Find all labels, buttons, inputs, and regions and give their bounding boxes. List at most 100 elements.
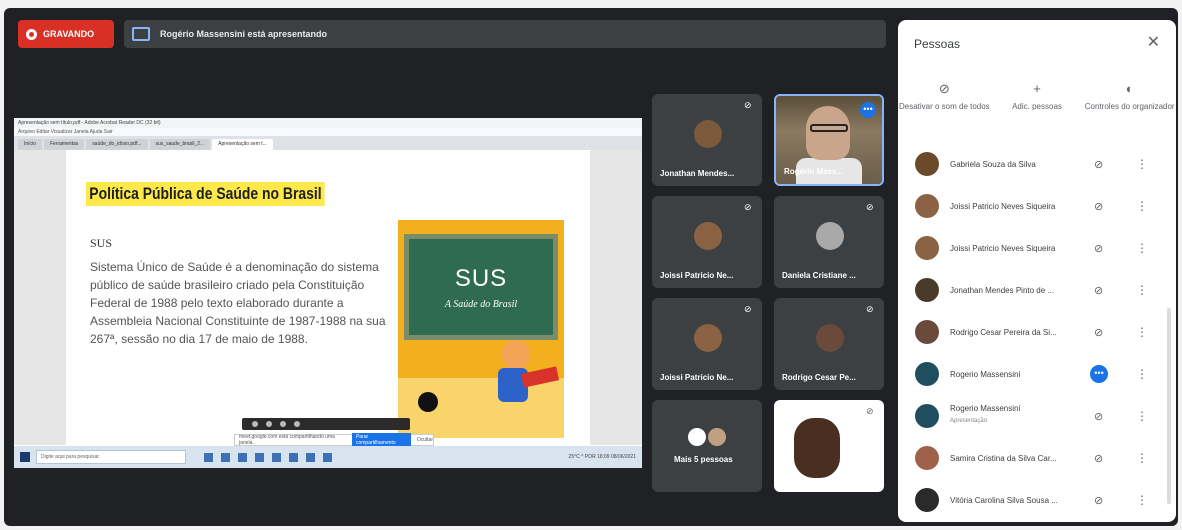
- avatar: [915, 194, 939, 218]
- tab-doc-1[interactable]: saúde_do_idoso.pdf...: [86, 139, 148, 150]
- participant-tile[interactable]: ⊘ Rodrigo Cesar Pe...: [774, 298, 884, 390]
- cat: [418, 392, 438, 412]
- avatar: [816, 222, 844, 250]
- more-vert-icon[interactable]: ⋮: [1136, 157, 1148, 171]
- person-name: Jonathan Mendes Pinto de ...: [950, 285, 1055, 295]
- more-people-tile[interactable]: Mais 5 pessoas: [652, 400, 762, 492]
- more-vert-icon[interactable]: ⋮: [1136, 409, 1148, 423]
- app-icon[interactable]: [255, 452, 264, 462]
- tab-inicio[interactable]: Início: [18, 139, 42, 150]
- tab-strip: Início Ferramentas saúde_do_idoso.pdf...…: [14, 136, 642, 150]
- avatar: [915, 236, 939, 260]
- self-tile[interactable]: ⊘ Você: [774, 400, 884, 492]
- window-menu: Arquivo Editar Visualizar Janela Ajuda S…: [14, 128, 642, 136]
- more-vert-icon[interactable]: ⋮: [1136, 241, 1148, 255]
- person-name: Rogerio Massensini: [950, 404, 1021, 413]
- avatar: [915, 446, 939, 470]
- document-margin-right: [590, 150, 642, 445]
- participant-tile[interactable]: ⊘ Joissi Patricio Ne...: [652, 298, 762, 390]
- avatar: [915, 320, 939, 344]
- close-icon[interactable]: ✕: [1147, 32, 1160, 52]
- host-controls-icon: ◐: [1125, 81, 1134, 96]
- camera-icon[interactable]: [266, 421, 272, 427]
- participant-tile[interactable]: ⊘ Jonathan Mendes...: [652, 94, 762, 186]
- list-item[interactable]: Rogerio Massensini ••• ⋮: [898, 354, 1176, 394]
- windows-start-icon[interactable]: [20, 452, 30, 462]
- app-icon[interactable]: [306, 452, 315, 462]
- list-item[interactable]: Samira Cristina da Silva Car... ⊘ ⋮: [898, 438, 1176, 478]
- self-video: [794, 418, 840, 478]
- more-options-icon[interactable]: •••: [860, 102, 876, 118]
- add-people-button[interactable]: + Adic. pessoas: [991, 81, 1084, 112]
- mic-off-icon: ⊘: [1094, 326, 1104, 339]
- mute-all-label: Desativar o som de todos: [898, 102, 990, 111]
- video-person: [806, 106, 850, 160]
- more-vert-icon[interactable]: ⋮: [1136, 283, 1148, 297]
- participant-tile-speaking[interactable]: ••• Rogério Mass...: [774, 94, 884, 186]
- app-icon[interactable]: [204, 452, 213, 462]
- app-icon[interactable]: [272, 452, 281, 462]
- window-title: Apresentação sem título.pdf - Adobe Acro…: [14, 118, 642, 128]
- list-item[interactable]: Rogerio Massensini Apresentação ⊘ ⋮: [898, 396, 1176, 436]
- app-icon[interactable]: [221, 452, 230, 462]
- mic-icon[interactable]: [252, 421, 258, 427]
- hide-button[interactable]: Ocultar: [417, 437, 433, 443]
- list-item[interactable]: Joissi Patricio Neves Siqueira ⊘ ⋮: [898, 186, 1176, 226]
- participant-tile[interactable]: ⊘ Daniela Cristiane ...: [774, 196, 884, 288]
- avatar: [694, 324, 722, 352]
- taskbar-search[interactable]: Digite aqui para pesquisar: [36, 450, 186, 464]
- person-name: Gabriela Souza da Silva: [950, 159, 1036, 169]
- add-person-icon: +: [1033, 81, 1041, 96]
- person-name: Rogerio Massensini: [950, 369, 1021, 379]
- person-name: Samira Cristina da Silva Car...: [950, 453, 1057, 463]
- tab-doc-2[interactable]: sus_saude_brasil_2...: [149, 139, 211, 150]
- meet-window: GRAVANDO Rogério Massensini está apresen…: [4, 8, 1178, 526]
- kid-head: [502, 340, 530, 370]
- avatar: [915, 488, 939, 512]
- mic-off-icon: ⊘: [1094, 284, 1104, 297]
- more-vert-icon[interactable]: ⋮: [1136, 451, 1148, 465]
- tab-ferramentas[interactable]: Ferramentas: [43, 139, 85, 150]
- presenting-bar: Rogério Massensini está apresentando: [124, 20, 886, 48]
- list-item[interactable]: Jonathan Mendes Pinto de ... ⊘ ⋮: [898, 270, 1176, 310]
- person-name: Joissi Patricio Neves Siqueira: [950, 201, 1056, 211]
- more-vert-icon[interactable]: ⋮: [1136, 325, 1148, 339]
- more-vert-icon[interactable]: ⋮: [1136, 199, 1148, 213]
- mic-off-icon: ⊘: [1094, 494, 1104, 507]
- sus-illustration: SUS A Saúde do Brasil: [398, 220, 564, 438]
- list-item[interactable]: Joissi Patricio Neves Siqueira ⊘ ⋮: [898, 228, 1176, 268]
- present-icon[interactable]: [280, 421, 286, 427]
- list-item[interactable]: Rodrigo Cesar Pereira da Si... ⊘ ⋮: [898, 312, 1176, 352]
- more-vert-icon[interactable]: ⋮: [1136, 493, 1148, 507]
- app-icon[interactable]: [289, 452, 298, 462]
- hangup-icon[interactable]: [294, 421, 300, 427]
- recording-label: GRAVANDO: [43, 29, 95, 39]
- stop-sharing-button[interactable]: Parar compartilhamento: [351, 433, 411, 447]
- person-name: Rodrigo Cesar Pereira da Si...: [950, 327, 1057, 337]
- mic-off-icon: ⊘: [1094, 452, 1104, 465]
- panel-scrollbar[interactable]: [1167, 308, 1171, 504]
- share-notice-bar: meet.google.com está compartilhando uma …: [234, 433, 434, 447]
- present-icon: ⊘: [1094, 410, 1104, 423]
- person-role: Apresentação: [950, 418, 988, 424]
- participant-tile[interactable]: ⊘ Joissi Patricio Ne...: [652, 196, 762, 288]
- mute-all-button[interactable]: ⊘ Desativar o som de todos: [898, 82, 991, 112]
- list-item[interactable]: Gabriela Souza da Silva ⊘ ⋮: [898, 144, 1176, 184]
- chalkboard-title: SUS: [454, 264, 508, 292]
- recording-badge[interactable]: GRAVANDO: [18, 20, 114, 48]
- presenting-text: Rogério Massensini está apresentando: [160, 29, 328, 39]
- list-item[interactable]: Vitória Carolina Silva Sousa ... ⊘ ⋮: [898, 480, 1176, 520]
- host-controls-button[interactable]: ◐ Controles do organizador: [1083, 81, 1176, 112]
- people-panel: Pessoas ✕ ⊘ Desativar o som de todos + A…: [898, 20, 1176, 522]
- more-vert-icon[interactable]: ⋮: [1136, 367, 1148, 381]
- avatar: [694, 120, 722, 148]
- app-icon[interactable]: [323, 452, 332, 462]
- tab-doc-3[interactable]: Apresentação sem t...: [212, 139, 273, 150]
- meet-mini-controls[interactable]: [242, 418, 410, 430]
- app-icon[interactable]: [238, 452, 247, 462]
- person-name: Joissi Patricio Neves Siqueira: [950, 243, 1056, 253]
- host-controls-label: Controles do organizador: [1084, 102, 1175, 111]
- chalkboard: SUS A Saúde do Brasil: [404, 234, 558, 340]
- avatar: [915, 404, 939, 428]
- share-notice-text: meet.google.com está compartilhando uma …: [239, 434, 335, 446]
